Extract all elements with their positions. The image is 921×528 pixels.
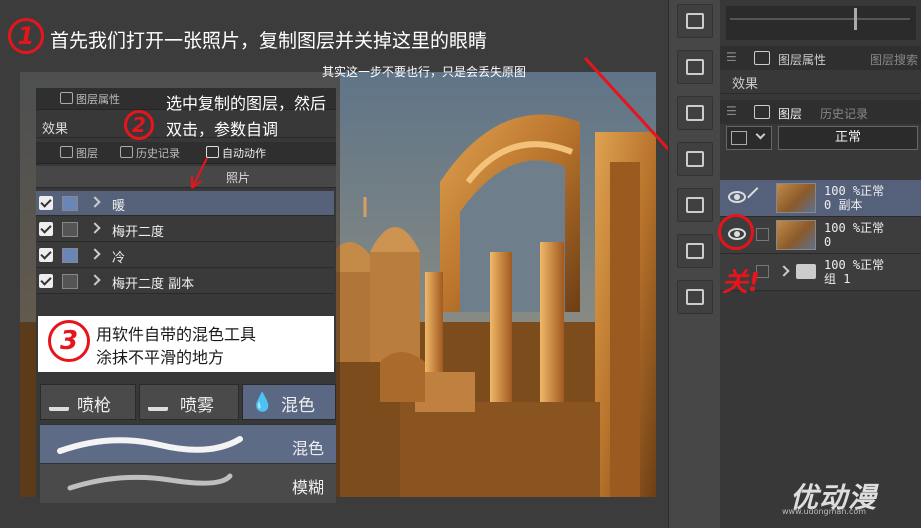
layer-thumbnail [776, 220, 816, 250]
lock-checkbox[interactable] [756, 228, 769, 241]
tab-layer-search[interactable]: 图层搜索 [870, 51, 918, 68]
layer-color-dropdown[interactable] [726, 126, 772, 150]
tool-button-7[interactable] [677, 280, 713, 314]
tool-button-3[interactable] [677, 96, 713, 130]
expand-icon [686, 105, 704, 121]
layer-row[interactable]: 100 %正常 0 副本 [720, 180, 921, 217]
slider-track [730, 18, 910, 20]
folder-icon [796, 264, 816, 279]
tool-button-2[interactable] [677, 50, 713, 84]
effect-row[interactable]: 效果 [720, 70, 921, 94]
eye-highlight-circle [718, 214, 754, 250]
menu-handle-icon[interactable]: ☰ [726, 50, 737, 64]
close-box-icon [686, 13, 704, 29]
pencil-icon [747, 187, 767, 207]
layer-icon [754, 105, 770, 119]
blend-mode-select[interactable]: 正常 [778, 126, 918, 150]
color-swatch-icon [731, 131, 747, 145]
tool-button-6[interactable] [677, 234, 713, 268]
slider-handle[interactable] [854, 8, 857, 30]
eye-icon[interactable] [728, 191, 746, 203]
layer-props-icon [754, 51, 770, 65]
tab-layer-props[interactable]: 图层属性 [778, 51, 826, 68]
tab-history[interactable]: 历史记录 [820, 105, 868, 122]
tool-button-5[interactable] [677, 188, 713, 222]
tool-column [668, 0, 720, 528]
speech-bubble-icon [686, 243, 704, 259]
tool-button-4[interactable] [677, 142, 713, 176]
delete-layer-button[interactable] [677, 4, 713, 38]
menu-handle-icon[interactable]: ☰ [726, 104, 737, 118]
layer-thumbnail [776, 183, 816, 213]
figure-icon [686, 289, 704, 305]
panel-spacer [720, 154, 921, 180]
layers-icon [686, 197, 704, 213]
chevron-right-icon[interactable] [778, 265, 790, 277]
watermark-url: www.udongman.com [782, 507, 867, 516]
layer-props-tabbar: ☰ 图层属性 图层搜索 [720, 46, 921, 70]
off-mark: 关! [722, 268, 760, 298]
tab-layer[interactable]: 图层 [778, 105, 802, 122]
window-icon [686, 151, 704, 167]
slider-area[interactable] [726, 6, 916, 40]
chevron-down-icon [755, 129, 766, 140]
layer-tabbar: ☰ 图层 历史记录 [720, 100, 921, 124]
panel-icon [686, 59, 704, 75]
